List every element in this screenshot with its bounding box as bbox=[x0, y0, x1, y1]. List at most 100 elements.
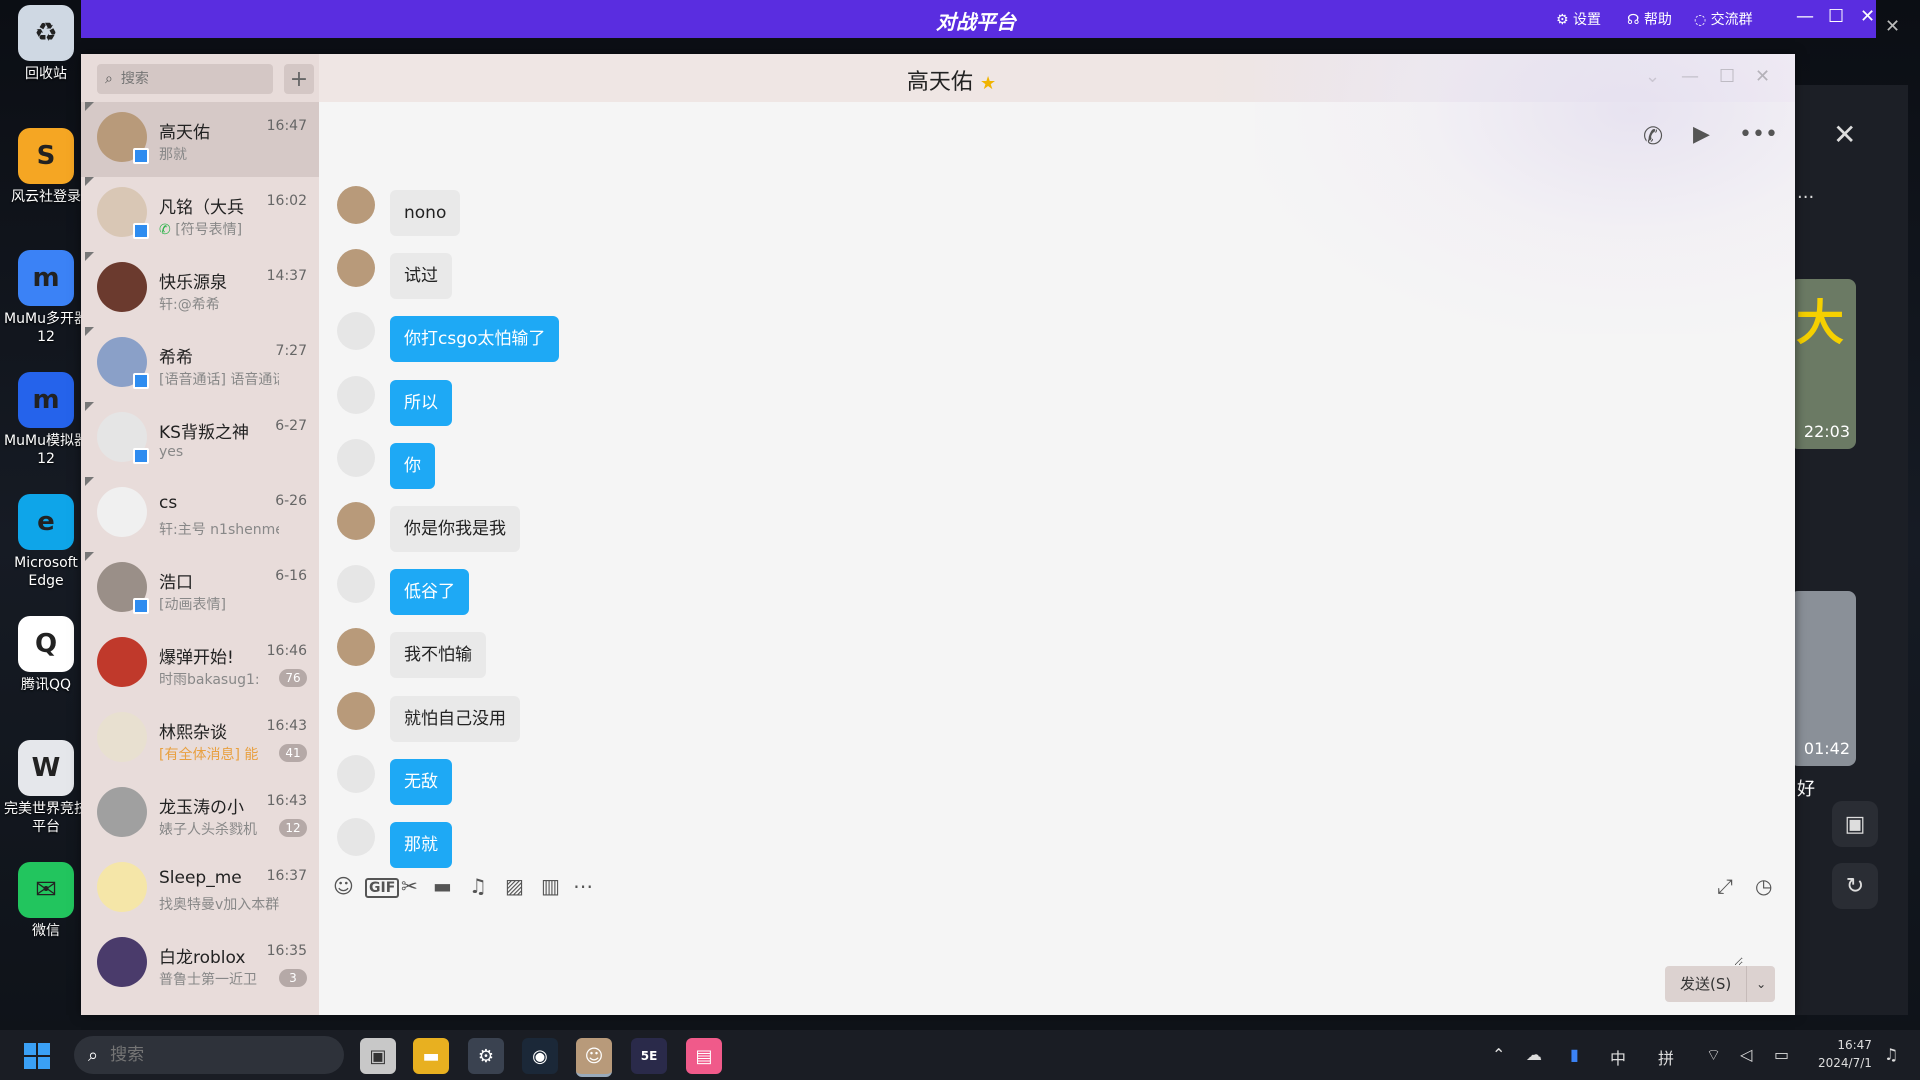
gif-icon[interactable]: GIF bbox=[365, 878, 400, 898]
avatar[interactable] bbox=[337, 249, 375, 288]
wifi-icon[interactable]: ⌔ bbox=[1706, 1045, 1721, 1065]
refresh-icon[interactable]: ↻ bbox=[1832, 863, 1878, 909]
voice-call-icon[interactable]: ✆ bbox=[1643, 122, 1663, 150]
contact-item[interactable]: 龙玉涛の小 16:43 婊子人头杀戮机 12 bbox=[81, 777, 319, 852]
emoji-icon[interactable]: ☺ bbox=[333, 874, 354, 898]
microphone-icon[interactable]: ▮ bbox=[1570, 1045, 1579, 1064]
contact-item[interactable]: 浩口 6-16 [动画表情] bbox=[81, 552, 319, 627]
desktop-icon[interactable]: ✉ 微信 bbox=[0, 862, 92, 940]
desktop-icon[interactable]: Q 腾讯QQ bbox=[0, 616, 92, 694]
contact-item[interactable]: 高天佑 16:47 那就 bbox=[81, 102, 319, 177]
music-icon[interactable]: ♫ bbox=[469, 874, 487, 898]
message-bubble[interactable]: 我不怕输 bbox=[390, 632, 486, 679]
desktop-icon[interactable]: m MuMu模拟器12 bbox=[0, 372, 92, 468]
steam-icon[interactable]: ◉ bbox=[522, 1038, 558, 1074]
contact-item[interactable]: KS背叛之神 6-27 yes bbox=[81, 402, 319, 477]
message-bubble[interactable]: 试过 bbox=[390, 253, 452, 300]
video-call-icon[interactable]: ▶ bbox=[1693, 122, 1710, 147]
outer-close-icon[interactable]: ✕ bbox=[1885, 16, 1900, 37]
more-tools-icon[interactable]: ⋯ bbox=[573, 874, 593, 898]
pinned-marker bbox=[85, 252, 94, 261]
avatar[interactable] bbox=[337, 628, 375, 667]
chevron-down-icon[interactable]: ⌄ bbox=[1645, 66, 1660, 87]
background-video-thumb-1[interactable]: 大 22:03 bbox=[1790, 279, 1856, 449]
windows-start-icon[interactable] bbox=[24, 1043, 50, 1069]
tv-icon[interactable]: ▣ bbox=[1832, 801, 1878, 847]
ime-mode[interactable]: 拼 bbox=[1658, 1045, 1674, 1069]
screen-record-icon[interactable]: ▥ bbox=[541, 874, 560, 898]
avatar[interactable] bbox=[337, 312, 375, 351]
contact-item[interactable]: 爆弹开始! 16:46 时雨bakasug1: 76 bbox=[81, 627, 319, 702]
more-options-icon[interactable]: ••• bbox=[1739, 122, 1778, 147]
contact-item[interactable]: Sleep_me 16:37 找奥特曼v加入本群。 bbox=[81, 852, 319, 927]
battery-icon[interactable]: ▭ bbox=[1774, 1045, 1789, 1064]
avatar[interactable] bbox=[337, 565, 375, 604]
background-video-thumb-2[interactable]: 01:42 bbox=[1790, 591, 1856, 766]
qq-taskbar-icon[interactable]: ☺ bbox=[576, 1038, 612, 1077]
cloud-icon[interactable]: ☁ bbox=[1526, 1045, 1542, 1064]
close-icon[interactable]: ✕ bbox=[1860, 6, 1875, 27]
settings-button[interactable]: ⚙ 设置 bbox=[1556, 9, 1601, 29]
contact-item[interactable]: cs 6-26 轩:主号 n1shenmeyi bbox=[81, 477, 319, 552]
file-explorer-icon[interactable]: ▬ bbox=[413, 1038, 449, 1074]
contact-item[interactable]: 希希 7:27 [语音通话] 语音通话 bbox=[81, 327, 319, 402]
maximize-icon[interactable]: ☐ bbox=[1719, 66, 1735, 87]
notification-icon[interactable]: ♫ bbox=[1884, 1045, 1898, 1064]
message-bubble[interactable]: 你 bbox=[390, 442, 435, 489]
search-input[interactable] bbox=[118, 70, 263, 88]
folder-icon[interactable]: ▬ bbox=[433, 874, 452, 898]
message-bubble[interactable]: 你打csgo太怕输了 bbox=[390, 316, 560, 363]
send-button[interactable]: 发送(S) ⌄ bbox=[1665, 966, 1775, 1002]
contact-item[interactable]: 凡铭（大兵 16:02 ✆ [符号表情] bbox=[81, 177, 319, 252]
message-bubble[interactable]: 所以 bbox=[390, 379, 452, 426]
avatar[interactable] bbox=[337, 818, 375, 856]
task-view-icon[interactable]: ▣ bbox=[360, 1038, 396, 1074]
add-button[interactable]: + bbox=[284, 64, 314, 94]
minimize-icon[interactable]: — bbox=[1796, 6, 1814, 27]
contact-item[interactable]: 林熙杂谈 16:43 [有全体消息] 能 41 bbox=[81, 702, 319, 777]
avatar[interactable] bbox=[337, 186, 375, 224]
close-icon[interactable]: ✕ bbox=[1755, 66, 1770, 87]
message-bubble[interactable]: 就怕自己没用 bbox=[390, 695, 520, 742]
scissors-icon[interactable]: ✂ bbox=[401, 874, 418, 898]
avatar[interactable] bbox=[337, 438, 375, 477]
5e-platform-icon[interactable]: 5E bbox=[631, 1038, 667, 1074]
avatar[interactable] bbox=[337, 502, 375, 540]
settings-label: 设置 bbox=[1573, 12, 1602, 28]
community-button[interactable]: ◌ 交流群 bbox=[1694, 9, 1753, 29]
image-icon[interactable]: ▨ bbox=[505, 874, 524, 898]
message-input[interactable] bbox=[339, 912, 1743, 966]
chevron-up-icon[interactable]: ⌃ bbox=[1492, 1045, 1505, 1064]
avatar[interactable] bbox=[337, 375, 375, 414]
avatar[interactable] bbox=[337, 754, 375, 793]
ime-language[interactable]: 中 bbox=[1610, 1045, 1626, 1069]
desktop-icon[interactable]: W 完美世界竞技平台 bbox=[0, 740, 92, 836]
message-bubble[interactable]: 无敌 bbox=[390, 758, 452, 805]
avatar[interactable] bbox=[337, 691, 375, 730]
history-icon[interactable]: ◷ bbox=[1755, 874, 1772, 898]
bilibili-icon[interactable]: ▤ bbox=[686, 1038, 722, 1074]
message-bubble[interactable]: 你是你我是我 bbox=[390, 506, 520, 552]
desktop-icon[interactable]: ♻ 回收站 bbox=[0, 5, 92, 83]
contact-item[interactable]: 快乐源泉 14:37 轩:@希希 bbox=[81, 252, 319, 327]
chevron-down-icon[interactable]: ⌄ bbox=[1746, 966, 1775, 1002]
desktop-icon[interactable]: S 风云社登录 bbox=[0, 128, 92, 206]
maximize-icon[interactable]: ☐ bbox=[1828, 6, 1844, 27]
volume-icon[interactable]: ◁ bbox=[1740, 1045, 1752, 1064]
message-bubble[interactable]: nono bbox=[390, 190, 461, 236]
message-bubble[interactable]: 低谷了 bbox=[390, 569, 469, 616]
contact-item[interactable]: 白龙roblox 16:35 普鲁士第一近卫 3 bbox=[81, 927, 319, 1002]
desktop-icon[interactable]: e Microsoft Edge bbox=[0, 494, 92, 590]
system-clock[interactable]: 16:47 2024/7/1 bbox=[1818, 1036, 1872, 1072]
settings-icon[interactable]: ⚙ bbox=[468, 1038, 504, 1074]
desktop-icon[interactable]: m MuMu多开器12 bbox=[0, 250, 92, 346]
minimize-icon[interactable]: — bbox=[1681, 66, 1699, 87]
background-close-icon[interactable]: ✕ bbox=[1833, 118, 1856, 151]
help-button[interactable]: ☊ 帮助 bbox=[1627, 9, 1672, 29]
search-box[interactable]: ⌕ bbox=[97, 64, 273, 94]
taskbar-search-input[interactable] bbox=[108, 1044, 293, 1066]
taskbar-search[interactable]: ⌕ bbox=[74, 1036, 344, 1074]
expand-icon[interactable]: ⤢ bbox=[1717, 874, 1733, 898]
app-icon: Q bbox=[18, 616, 74, 672]
chat-title-text: 高天佑 bbox=[906, 70, 973, 95]
